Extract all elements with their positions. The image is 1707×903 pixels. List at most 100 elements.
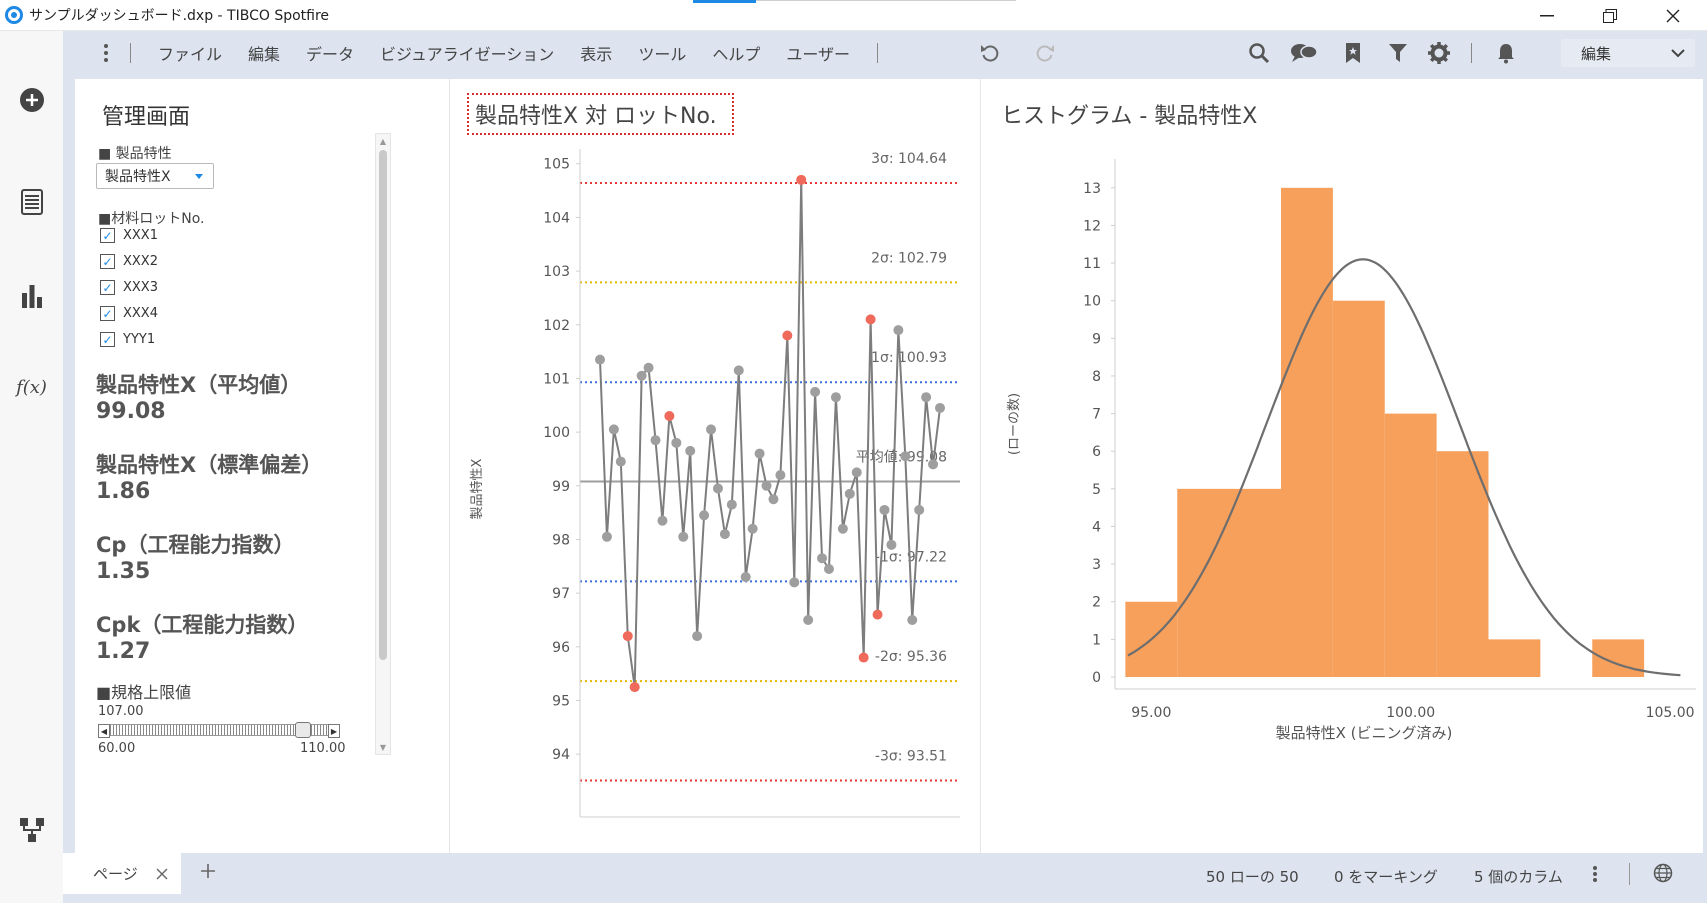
y-tick-label: 5 bbox=[1092, 482, 1101, 498]
outlier-point bbox=[872, 609, 883, 620]
lot-checkbox-row[interactable]: ✓ XXX3 bbox=[100, 280, 158, 295]
data-table-icon[interactable] bbox=[0, 189, 63, 215]
usl-label: ■規格上限値 bbox=[96, 683, 192, 702]
data-point bbox=[837, 523, 848, 534]
undo-icon[interactable] bbox=[978, 41, 1002, 65]
data-point bbox=[719, 529, 730, 540]
close-icon[interactable] bbox=[1643, 0, 1703, 31]
data-point bbox=[615, 456, 626, 467]
lot-checkbox-label: XXX4 bbox=[123, 306, 158, 321]
comments-icon[interactable] bbox=[1289, 41, 1319, 65]
outlier-point bbox=[629, 682, 640, 693]
spotfire-logo-icon bbox=[5, 6, 23, 24]
slider-min-label: 60.00 bbox=[98, 741, 136, 756]
histogram-bar bbox=[1281, 187, 1333, 677]
control-chart-panel: 製品特性X 対 ロットNo. 3σ: 104.64 2σ: 102.79 1σ: 1… bbox=[450, 79, 980, 853]
panel-scrollbar[interactable]: ▲ ▼ bbox=[375, 133, 391, 755]
menu-data[interactable]: データ bbox=[306, 41, 354, 65]
minimize-icon[interactable] bbox=[1517, 0, 1577, 31]
data-point bbox=[650, 435, 661, 446]
globe-icon[interactable] bbox=[1653, 863, 1673, 887]
y-tick-label: 8 bbox=[1092, 369, 1101, 385]
data-point bbox=[740, 572, 751, 583]
scroll-up-icon[interactable]: ▲ bbox=[376, 134, 390, 148]
kpi-value: 1.27 bbox=[96, 639, 151, 664]
more-menu-icon[interactable] bbox=[96, 43, 116, 62]
property-dropdown[interactable]: 製品特性X bbox=[96, 163, 214, 189]
checkbox-checked-icon[interactable]: ✓ bbox=[100, 254, 115, 269]
data-point bbox=[678, 531, 689, 542]
data-point bbox=[692, 631, 703, 642]
data-point bbox=[712, 483, 723, 494]
restore-icon[interactable] bbox=[1580, 0, 1640, 31]
reference-line-label: 1σ: 100.93 bbox=[871, 350, 947, 366]
y-tick-label: 97 bbox=[552, 586, 570, 602]
usl-value: 107.00 bbox=[98, 704, 144, 719]
outlier-point bbox=[796, 174, 807, 185]
more-status-icon[interactable] bbox=[1593, 865, 1597, 887]
data-point bbox=[900, 451, 911, 462]
main-area: ファイル 編集 データ ビジュアライゼーション 表示 ツール ヘルプ ユーザー bbox=[63, 31, 1707, 903]
data-point bbox=[636, 370, 647, 381]
menu-edit[interactable]: 編集 bbox=[248, 41, 280, 65]
usl-slider-handle[interactable] bbox=[295, 722, 311, 738]
slider-right-arrow-icon[interactable]: ▶ bbox=[328, 724, 340, 738]
redo-icon[interactable] bbox=[1033, 41, 1057, 65]
checkbox-checked-icon[interactable]: ✓ bbox=[100, 228, 115, 243]
slider-max-label: 110.00 bbox=[300, 741, 346, 756]
checkbox-checked-icon[interactable]: ✓ bbox=[100, 332, 115, 347]
lot-checkbox-row[interactable]: ✓ YYY1 bbox=[100, 332, 155, 347]
histogram-chart[interactable]: 01234567891011121395.00 100.00 105.00 (ローの… bbox=[981, 79, 1703, 853]
title-divider bbox=[756, 0, 1016, 1]
page-tab[interactable]: ページ bbox=[63, 853, 181, 894]
x-tick-label: 105.00 bbox=[1646, 705, 1695, 721]
add-icon[interactable] bbox=[0, 87, 63, 113]
notifications-bell-icon[interactable] bbox=[1494, 41, 1518, 65]
scroll-down-icon[interactable]: ▼ bbox=[376, 740, 390, 754]
y-tick-label: 95 bbox=[552, 693, 570, 709]
outlier-point bbox=[858, 652, 869, 663]
lot-checkbox-label: XXX3 bbox=[123, 280, 158, 295]
slider-left-arrow-icon[interactable]: ◀ bbox=[98, 724, 110, 738]
menu-file[interactable]: ファイル bbox=[158, 41, 222, 65]
scroll-thumb[interactable] bbox=[379, 150, 387, 660]
y-tick-label: 13 bbox=[1083, 181, 1101, 197]
menu-user[interactable]: ユーザー bbox=[786, 41, 850, 65]
bookmark-icon[interactable] bbox=[1341, 41, 1365, 65]
add-page-icon[interactable] bbox=[200, 863, 216, 883]
function-icon[interactable]: f(x) bbox=[0, 377, 63, 398]
checkbox-checked-icon[interactable]: ✓ bbox=[100, 280, 115, 295]
close-tab-icon[interactable] bbox=[156, 868, 168, 880]
checkbox-checked-icon[interactable]: ✓ bbox=[100, 306, 115, 321]
mode-select[interactable]: 編集 bbox=[1561, 39, 1695, 67]
kpi-value: 99.08 bbox=[96, 399, 166, 424]
outlier-point bbox=[782, 330, 793, 341]
data-point bbox=[914, 504, 925, 515]
y-tick-label: 101 bbox=[543, 371, 570, 387]
data-point bbox=[879, 504, 890, 515]
data-point bbox=[921, 392, 932, 403]
control-chart[interactable]: 3σ: 104.642σ: 102.791σ: 100.93平均値: 99.08… bbox=[450, 79, 980, 853]
lot-checkbox-label: YYY1 bbox=[123, 332, 156, 347]
histogram-bar bbox=[1332, 300, 1385, 677]
menu-help[interactable]: ヘルプ bbox=[712, 41, 760, 65]
data-point bbox=[685, 445, 696, 456]
data-point bbox=[803, 614, 814, 625]
search-icon[interactable] bbox=[1247, 41, 1271, 65]
y-tick-label: 3 bbox=[1092, 557, 1101, 573]
data-point bbox=[733, 365, 744, 376]
lot-checkbox-row[interactable]: ✓ XXX1 bbox=[100, 228, 158, 243]
menu-tools[interactable]: ツール bbox=[638, 41, 686, 65]
menu-view[interactable]: 表示 bbox=[580, 41, 612, 65]
menu-visualization[interactable]: ビジュアライゼーション bbox=[380, 41, 554, 65]
bar-chart-icon[interactable] bbox=[0, 283, 63, 309]
data-canvas-icon[interactable] bbox=[0, 817, 63, 843]
filter-icon[interactable] bbox=[1386, 41, 1410, 65]
lot-checkbox-label: XXX1 bbox=[123, 228, 158, 243]
data-point bbox=[928, 459, 939, 470]
lot-checkbox-row[interactable]: ✓ XXX4 bbox=[100, 306, 158, 321]
menu-separator bbox=[877, 42, 879, 63]
y-tick-label: 99 bbox=[552, 479, 570, 495]
lot-checkbox-row[interactable]: ✓ XXX2 bbox=[100, 254, 158, 269]
settings-gear-icon[interactable] bbox=[1427, 41, 1451, 65]
